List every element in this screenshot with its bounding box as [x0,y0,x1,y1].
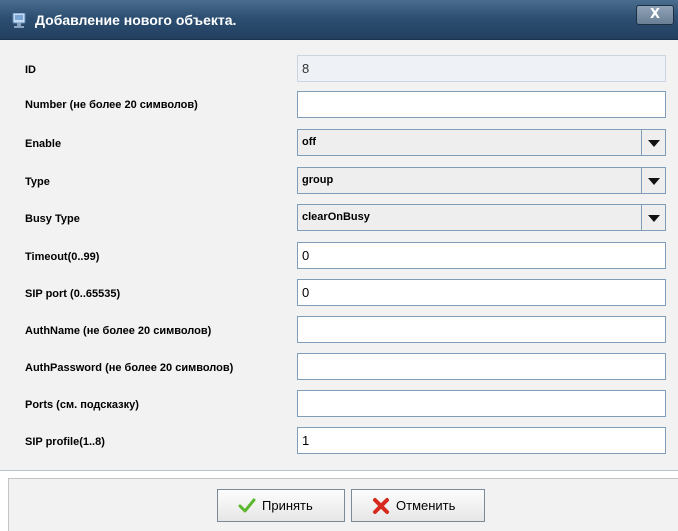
type-select[interactable]: group [297,167,666,194]
sip-port-input[interactable]: 0 [297,279,666,306]
number-input[interactable] [297,91,666,118]
dialog-window: Добавление нового объекта. X ID 8 Number… [0,0,678,531]
busy-type-select-value: clearOnBusy [302,211,370,223]
ports-input[interactable] [297,390,666,417]
timeout-label: Timeout(0..99) [25,251,100,263]
cancel-button-label: Отменить [396,498,456,513]
sip-port-label: SIP port (0..65535) [25,288,121,300]
id-label: ID [25,64,36,76]
chevron-down-icon[interactable] [641,168,665,193]
busy-type-select[interactable]: clearOnBusy [297,204,666,231]
timeout-input[interactable]: 0 [297,242,666,269]
auth-password-label: AuthPassword (не более 20 символов) [25,362,234,374]
type-select-value: group [302,174,334,186]
checkmark-icon [238,498,256,513]
enable-select[interactable]: off [297,129,666,156]
enable-select-value: off [302,136,317,148]
cancel-button[interactable]: Отменить [351,489,485,522]
sip-profile-label: SIP profile(1..8) [25,436,105,448]
id-field: 8 [297,55,666,82]
chevron-down-icon[interactable] [641,130,665,155]
ports-label: Ports (см. подсказку) [25,399,139,411]
accept-button[interactable]: Принять [217,489,345,522]
window-title: Добавление нового объекта. [35,12,237,28]
cross-icon [373,498,389,514]
busy-type-label: Busy Type [25,213,80,225]
app-icon [12,13,26,28]
sip-profile-input[interactable]: 1 [297,427,666,454]
accept-button-label: Принять [262,498,313,513]
title-bar[interactable]: Добавление нового объекта. X [0,0,678,40]
auth-name-input[interactable] [297,316,666,343]
enable-label: Enable [25,138,62,150]
chevron-down-icon[interactable] [641,205,665,230]
number-label: Number (не более 20 символов) [25,99,198,111]
close-button[interactable]: X [636,5,674,25]
auth-name-label: AuthName (не более 20 символов) [25,325,212,337]
type-label: Type [25,176,50,188]
divider [0,470,678,471]
auth-password-input[interactable] [297,353,666,380]
